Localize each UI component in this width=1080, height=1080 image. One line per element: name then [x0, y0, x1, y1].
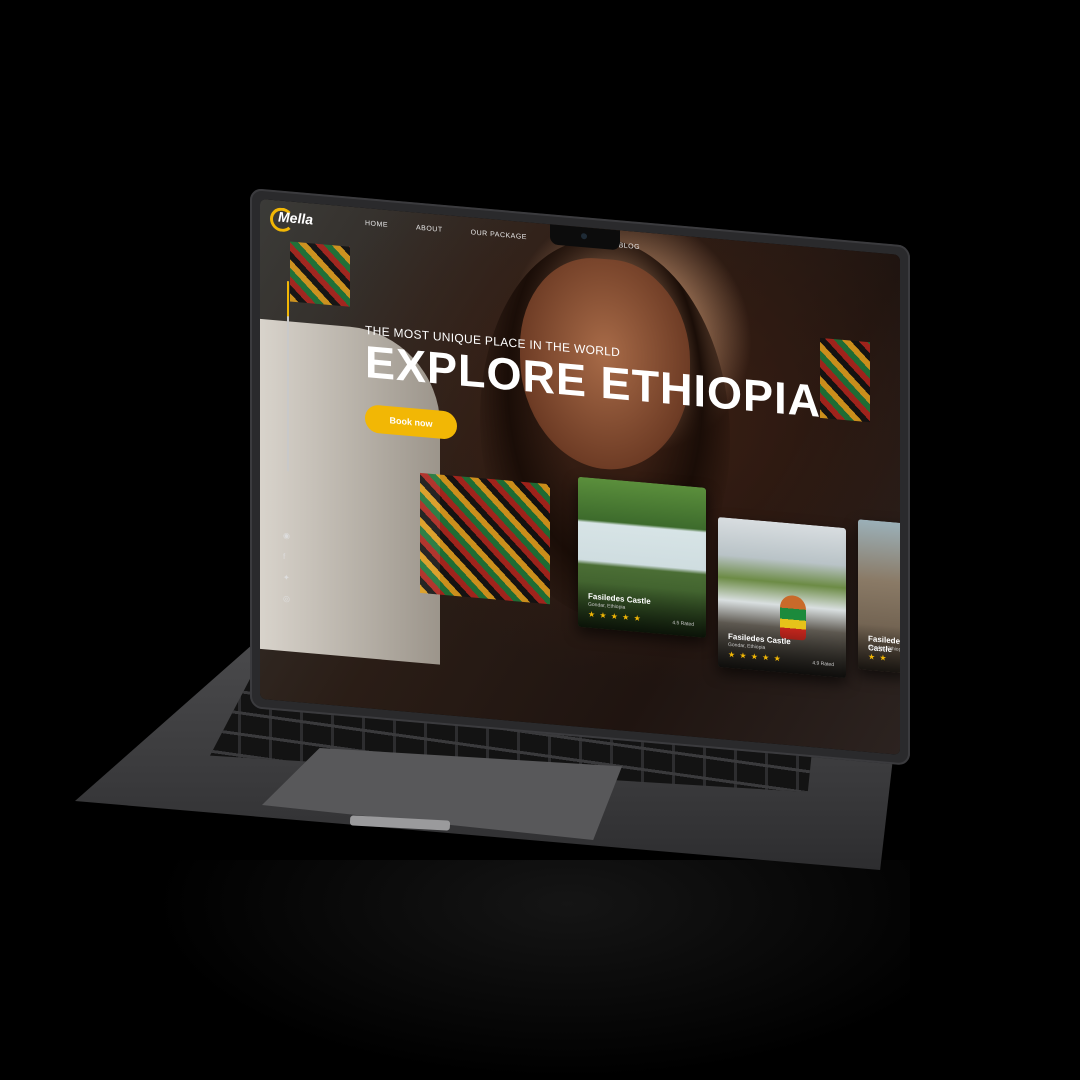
- site-logo[interactable]: Mella: [270, 204, 316, 234]
- instagram-icon[interactable]: ◎: [283, 594, 290, 604]
- card-stars: ★ ★ ★ ★ ★: [588, 609, 642, 624]
- surface-reflection: [150, 860, 910, 1080]
- card-caption: Fasiledes Castle Gondar, Ethiopia ★ ★ ★ …: [718, 620, 846, 679]
- hero-image-pattern: [290, 241, 350, 307]
- card-caption: Fasiledes Castle Gondar, Ethiopia ★ ★: [858, 623, 900, 674]
- screen-bezel: Mella HOME ABOUT OUR PACKAGE GALLERY BLO…: [260, 198, 900, 755]
- card-stars: ★ ★: [868, 652, 888, 663]
- nav-our-package[interactable]: OUR PACKAGE: [471, 229, 527, 241]
- pinterest-icon[interactable]: ◉: [283, 531, 290, 541]
- logo-text: Mella: [278, 208, 314, 228]
- card-caption: Fasiledes Castle Gondar, Ethiopia ★ ★ ★ …: [578, 580, 706, 638]
- nav-home[interactable]: HOME: [365, 220, 388, 229]
- twitter-icon[interactable]: ✦: [283, 573, 290, 583]
- card-stars: ★ ★ ★ ★ ★: [728, 649, 782, 664]
- destination-card[interactable]: Fasiledes Castle Gondar, Ethiopia ★ ★: [858, 519, 900, 674]
- destination-card[interactable]: Fasiledes Castle Gondar, Ethiopia ★ ★ ★ …: [578, 476, 706, 638]
- facebook-icon[interactable]: f: [283, 552, 290, 562]
- card-rating: 4.9 Rated: [812, 660, 834, 669]
- website-hero: Mella HOME ABOUT OUR PACKAGE GALLERY BLO…: [260, 198, 900, 755]
- social-links: ◉ f ✦ ◎: [283, 531, 290, 604]
- nav-about[interactable]: ABOUT: [416, 225, 443, 234]
- destination-card[interactable]: Fasiledes Castle Gondar, Ethiopia ★ ★ ★ …: [718, 516, 846, 679]
- card-rating: 4.5 Rated: [672, 619, 694, 628]
- slide-progress-bar: [287, 281, 289, 472]
- hero-image-pattern: [420, 472, 550, 605]
- hero-image-pattern: [820, 337, 870, 423]
- laptop-lid: Mella HOME ABOUT OUR PACKAGE GALLERY BLO…: [250, 188, 910, 766]
